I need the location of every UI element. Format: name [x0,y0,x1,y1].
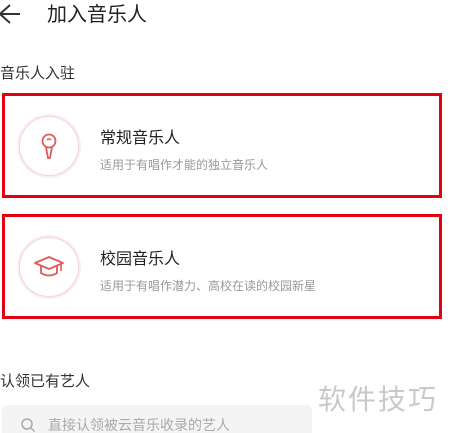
artist-search-input[interactable]: 直接认领被云音乐收录的艺人 [2,405,312,433]
card-desc-regular: 适用于有唱作才能的独立音乐人 [100,158,269,172]
section-title-join: 音乐人入驻 [0,64,76,82]
search-placeholder: 直接认领被云音乐收录的艺人 [48,418,230,433]
microphone-icon [19,116,79,176]
search-icon [20,417,36,433]
graduation-cap-icon [19,237,79,297]
card-title-campus: 校园音乐人 [100,249,181,268]
card-title-regular: 常规音乐人 [100,128,181,147]
section-title-claim: 认领已有艺人 [0,372,91,390]
page-title: 加入音乐人 [47,2,147,26]
watermark: 软件技巧 [318,383,439,416]
card-desc-campus: 适用于有唱作潜力、高校在读的校园新星 [100,279,317,293]
back-arrow-icon[interactable] [0,2,22,26]
campus-musician-card[interactable]: 校园音乐人 适用于有唱作潜力、高校在读的校园新星 [2,214,442,319]
regular-musician-card[interactable]: 常规音乐人 适用于有唱作才能的独立音乐人 [2,93,442,198]
header-bar: 加入音乐人 [0,0,450,34]
join-musician-page: 加入音乐人 音乐人入驻 常规音乐人 适用于有唱作才能的独立音乐人 校园音乐人 适… [0,0,450,433]
